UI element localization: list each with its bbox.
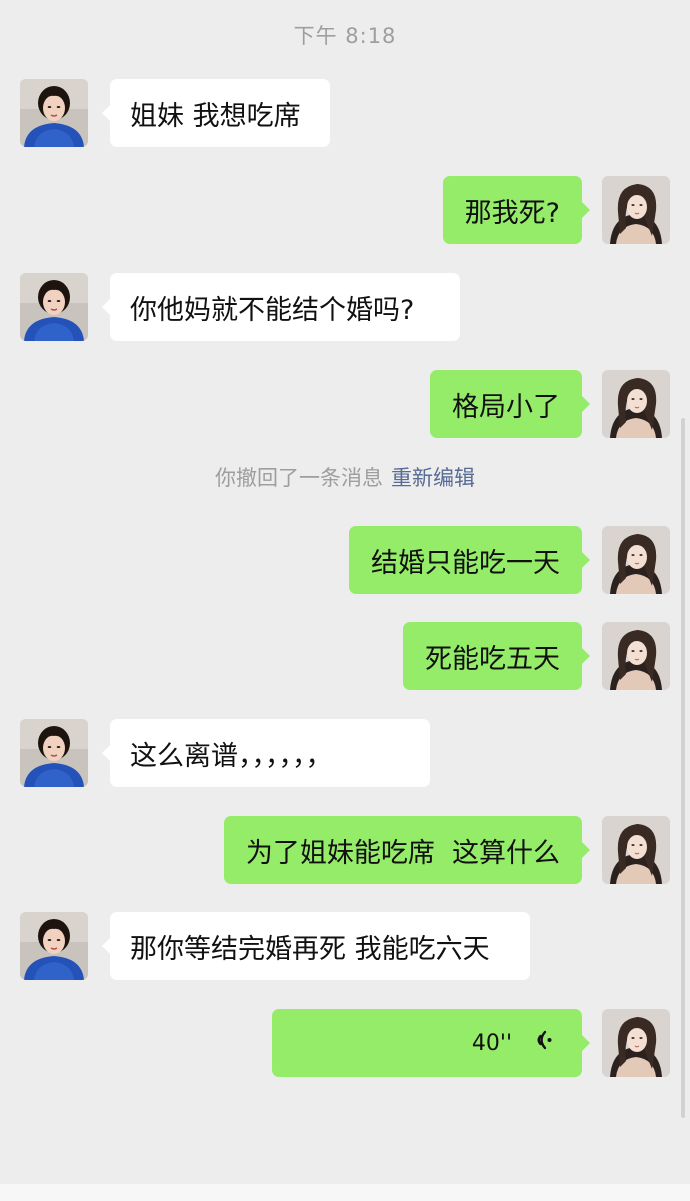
message-bubble-outgoing[interactable]: 死能吃五天 — [403, 622, 590, 690]
message-bubble-incoming[interactable]: 这么离谱，，，，，， — [102, 719, 430, 787]
friend-avatar[interactable] — [20, 273, 88, 341]
chat-scrollbar[interactable] — [681, 418, 685, 1118]
friend-avatar[interactable] — [20, 912, 88, 980]
self-avatar[interactable] — [602, 370, 670, 438]
recall-notice-text: 你撤回了一条消息 — [215, 466, 383, 490]
message-bubble-outgoing[interactable]: 那我死? — [442, 176, 591, 244]
message-bubble-outgoing[interactable]: 为了姐妹能吃席 这算什么 — [223, 816, 591, 884]
voice-duration: 40'' — [471, 1030, 512, 1056]
message-text: 为了姐妹能吃席 这算什么 — [245, 837, 560, 869]
message-bubble-incoming[interactable]: 那你等结完婚再死 我能吃六天 — [102, 912, 530, 980]
message-bubble-incoming[interactable]: 姐妹 我想吃席 — [102, 79, 330, 147]
message-timestamp: 下午 8:18 — [293, 24, 397, 48]
voice-message-bubble[interactable]: 40'' — [272, 1009, 590, 1077]
self-avatar[interactable] — [602, 1009, 670, 1077]
message-bubble-outgoing[interactable]: 结婚只能吃一天 — [349, 526, 590, 594]
friend-avatar[interactable] — [20, 719, 88, 787]
message-text: 那我死? — [464, 197, 560, 229]
message-text: 这么离谱，，，，，， — [130, 740, 333, 772]
voice-wave-icon — [530, 1026, 554, 1061]
message-text: 结婚只能吃一天 — [371, 547, 560, 579]
message-text: 姐妹 我想吃席 — [130, 100, 301, 132]
re-edit-link[interactable]: 重新编辑 — [391, 466, 475, 490]
message-text: 格局小了 — [452, 391, 560, 423]
self-avatar[interactable] — [602, 526, 670, 594]
self-avatar[interactable] — [602, 622, 670, 690]
message-text: 你他妈就不能结个婚吗? — [130, 294, 415, 326]
chat-window: 下午 8:18 姐妹 我想吃席 那我死? 你他妈就不能结个婚吗? 格局小了 你撤… — [0, 0, 690, 1201]
input-bar-edge — [0, 1184, 690, 1201]
recall-notice: 你撤回了一条消息 重新编辑 — [0, 462, 690, 492]
friend-avatar[interactable] — [20, 79, 88, 147]
self-avatar[interactable] — [602, 816, 670, 884]
message-text: 那你等结完婚再死 我能吃六天 — [130, 933, 490, 965]
message-bubble-incoming[interactable]: 你他妈就不能结个婚吗? — [102, 273, 460, 341]
message-bubble-outgoing[interactable]: 格局小了 — [430, 370, 590, 438]
message-text: 死能吃五天 — [425, 643, 560, 675]
self-avatar[interactable] — [602, 176, 670, 244]
